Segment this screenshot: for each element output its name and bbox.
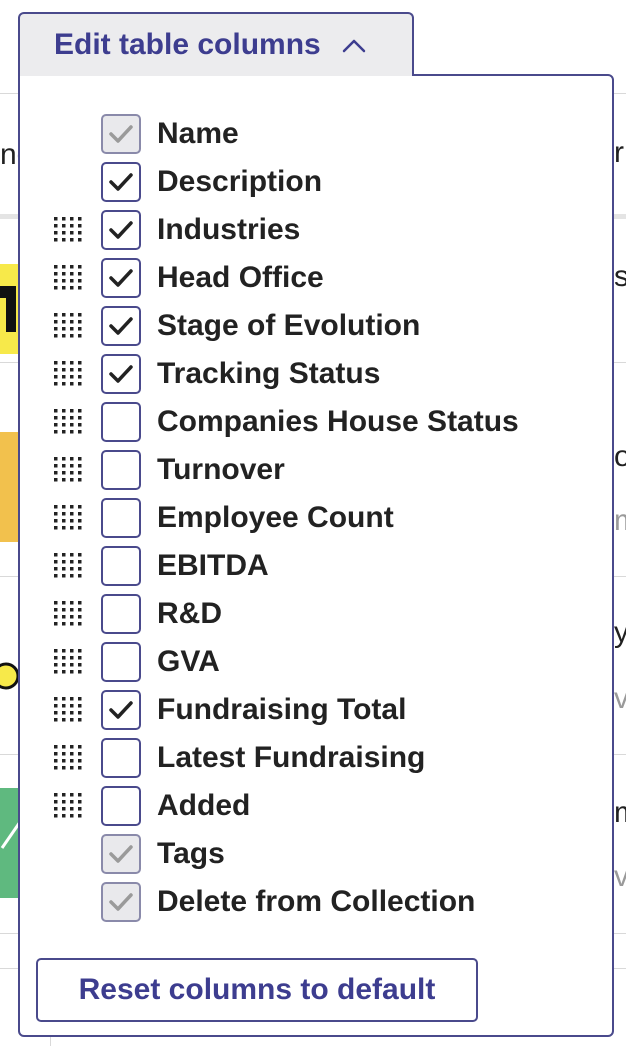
column-option-label: Head Office: [157, 261, 324, 294]
reset-columns-button[interactable]: Reset columns to default: [36, 958, 478, 1022]
chevron-up-icon: [341, 32, 367, 58]
column-option-label: R&D: [157, 597, 222, 630]
checkmark-icon: [109, 701, 133, 719]
column-list: Name Description Industries Head Office Stag…: [20, 110, 612, 926]
column-option: Industries: [20, 206, 612, 254]
column-option-label: Added: [157, 789, 251, 822]
column-option: Latest Fundraising: [20, 734, 612, 782]
column-checkbox[interactable]: [101, 162, 141, 202]
column-checkbox[interactable]: [101, 642, 141, 682]
drag-handle-icon[interactable]: [53, 696, 83, 724]
column-option-label: Delete from Collection: [157, 885, 476, 918]
edit-table-columns-label: Edit table columns: [54, 28, 321, 61]
column-option: Name: [20, 110, 612, 158]
column-checkbox[interactable]: [101, 306, 141, 346]
checkmark-icon: [109, 173, 133, 191]
column-checkbox[interactable]: [101, 594, 141, 634]
column-checkbox: [101, 882, 141, 922]
column-checkbox: [101, 834, 141, 874]
checkmark-icon: [109, 365, 133, 383]
column-editor-panel: Name Description Industries Head Office Stag…: [18, 74, 614, 1037]
column-option-label: EBITDA: [157, 549, 269, 582]
column-checkbox[interactable]: [101, 258, 141, 298]
column-option: Employee Count: [20, 494, 612, 542]
drag-handle-icon[interactable]: [53, 600, 83, 628]
column-option-label: Description: [157, 165, 323, 198]
table-cell-fragment: s: [614, 262, 626, 292]
column-checkbox[interactable]: [101, 738, 141, 778]
checkmark-icon: [109, 269, 133, 287]
drag-handle-icon[interactable]: [53, 360, 83, 388]
table-header-fragment: r: [614, 138, 624, 168]
column-option-label: Tracking Status: [157, 357, 381, 390]
column-option: Description: [20, 158, 612, 206]
column-option-label: Stage of Evolution: [157, 309, 421, 342]
column-option: Head Office: [20, 254, 612, 302]
column-option-label: Latest Fundraising: [157, 741, 426, 774]
column-checkbox[interactable]: [101, 690, 141, 730]
column-option: Tracking Status: [20, 350, 612, 398]
column-checkbox[interactable]: [101, 786, 141, 826]
column-option: R&D: [20, 590, 612, 638]
table-cell-fragment: m: [614, 798, 626, 828]
column-option: Fundraising Total: [20, 686, 612, 734]
table-cell-fragment: o: [614, 442, 626, 472]
table-cell-fragment: y: [614, 618, 626, 648]
drag-handle-icon[interactable]: [53, 648, 83, 676]
column-option: Stage of Evolution: [20, 302, 612, 350]
column-option: GVA: [20, 638, 612, 686]
column-option: Turnover: [20, 446, 612, 494]
column-option-label: Industries: [157, 213, 301, 246]
column-option: Delete from Collection: [20, 878, 612, 926]
drag-handle-icon[interactable]: [53, 456, 83, 484]
drag-handle-icon[interactable]: [53, 312, 83, 340]
column-option: Companies House Status: [20, 398, 612, 446]
column-option-label: Name: [157, 117, 239, 150]
checkmark-icon: [109, 221, 133, 239]
drag-handle-icon[interactable]: [53, 504, 83, 532]
drag-handle-icon[interactable]: [53, 552, 83, 580]
column-checkbox[interactable]: [101, 546, 141, 586]
column-option-label: GVA: [157, 645, 220, 678]
reset-columns-label: Reset columns to default: [78, 973, 436, 1006]
checkmark-icon: [109, 125, 133, 143]
column-checkbox[interactable]: [101, 354, 141, 394]
table-cell-fragment: m: [614, 506, 626, 536]
drag-handle-icon[interactable]: [53, 744, 83, 772]
column-checkbox[interactable]: [101, 210, 141, 250]
column-checkbox[interactable]: [101, 402, 141, 442]
column-checkbox: [101, 114, 141, 154]
column-option: Tags: [20, 830, 612, 878]
edit-table-columns-button[interactable]: Edit table columns: [18, 12, 414, 76]
checkmark-icon: [109, 317, 133, 335]
column-option: Added: [20, 782, 612, 830]
drag-handle-icon[interactable]: [53, 216, 83, 244]
column-option-label: Tags: [157, 837, 225, 870]
column-checkbox[interactable]: [101, 498, 141, 538]
column-option-label: Fundraising Total: [157, 693, 407, 726]
column-option-label: Employee Count: [157, 501, 394, 534]
table-cell-fragment: ve: [614, 684, 626, 714]
table-header-fragment: ne: [0, 140, 18, 170]
column-option-label: Companies House Status: [157, 405, 519, 438]
column-checkbox[interactable]: [101, 450, 141, 490]
drag-handle-icon[interactable]: [53, 264, 83, 292]
column-option-label: Turnover: [157, 453, 285, 486]
checkmark-icon: [109, 893, 133, 911]
drag-handle-icon[interactable]: [53, 408, 83, 436]
checkmark-icon: [109, 845, 133, 863]
table-cell-fragment: ve: [614, 862, 626, 892]
column-option: EBITDA: [20, 542, 612, 590]
drag-handle-icon[interactable]: [53, 792, 83, 820]
